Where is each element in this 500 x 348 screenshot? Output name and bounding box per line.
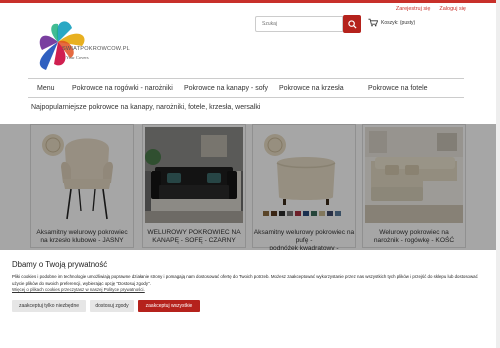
cart-icon [368,18,378,27]
logo-text: SWIATPOKROWCOW.PL [62,46,130,52]
accept-necessary-button[interactable]: zaakceptuj tylko niezbędne [12,300,86,312]
cart-label: Koszyk: (pusty) [381,19,416,26]
cart-button[interactable]: Koszyk: (pusty) [368,18,415,27]
nav-item-chair-covers[interactable]: Pokrowce na krzesła [279,85,344,92]
logo-subtext: Your Covers [66,55,89,60]
nav-item-corner-covers[interactable]: Pokrowce na rogówki - narożniki [72,85,173,92]
scrollbar[interactable] [496,0,500,348]
login-link[interactable]: Zaloguj się [439,6,466,12]
account-links: Zarejestruj się Zaloguj się [396,6,466,12]
site-logo[interactable]: SWIATPOKROWCOW.PL Your Covers [28,14,136,76]
privacy-policy-link[interactable]: Więcej o plikach cookies przeczytasz w n… [12,287,145,292]
search-button[interactable] [343,15,361,33]
nav-item-armchair-covers[interactable]: Pokrowce na fotele [368,85,428,92]
register-link[interactable]: Zarejestruj się [396,6,431,12]
nav-item-menu[interactable]: Menu [37,85,55,92]
accept-all-button[interactable]: zaakceptuj wszystkie [138,300,200,312]
cookie-description: Pliki cookies i podobne im technologie u… [12,274,478,286]
main-nav: Menu Pokrowce na rogówki - narożniki Pok… [28,78,464,98]
cookie-title: Dbamy o Twoją prywatność [12,260,108,269]
nav-item-sofa-covers[interactable]: Pokrowce na kanapy - sofy [184,85,268,92]
top-accent-bar [0,0,500,3]
logo-flower-icon [39,21,85,70]
section-heading: Najpopularniejsze pokrowce na kanapy, na… [31,104,261,111]
search-icon [347,19,357,29]
search-input[interactable] [255,16,343,32]
customize-consent-button[interactable]: dostosuj zgody [90,300,134,312]
